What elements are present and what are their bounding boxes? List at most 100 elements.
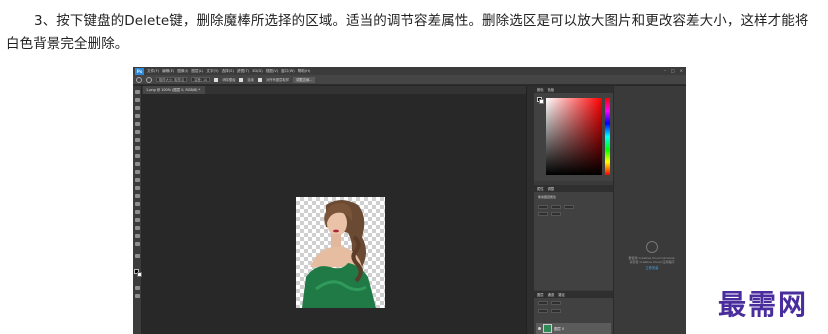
color-panel-background-swatch[interactable] [539, 99, 544, 104]
maximize-button[interactable]: □ [671, 68, 675, 73]
menu-type[interactable]: 文字(Y) [206, 69, 218, 74]
document-tab[interactable]: 1.png @ 100% (图层 0, RGB/8) * [143, 86, 205, 94]
menu-view[interactable]: 视图(V) [266, 69, 278, 74]
ps-logo: Ps [135, 67, 144, 75]
stamp-tool-icon[interactable] [135, 154, 140, 158]
sample-all-label: 对所有图层取样 [265, 78, 290, 82]
background-color-swatch[interactable] [137, 272, 142, 277]
dodge-tool-icon[interactable] [135, 194, 140, 198]
hand-tool-icon[interactable] [135, 234, 140, 238]
properties-title-row: 像素图层属性 [538, 195, 556, 199]
document-image[interactable] [296, 197, 385, 308]
gradient-tool-icon[interactable] [135, 178, 140, 182]
antialias-label: 消除锯齿 [222, 78, 236, 82]
ps-menubar: Ps 文件(F) 编辑(E) 图像(I) 图层(L) 文字(Y) 选择(S) 滤… [133, 67, 686, 75]
selection-mode-icon[interactable] [146, 76, 152, 83]
window-controls: – □ × [664, 68, 683, 73]
menu-layer[interactable]: 图层(L) [191, 69, 203, 74]
menu-help[interactable]: 帮助(H) [298, 69, 311, 74]
x-field[interactable] [538, 212, 548, 216]
tab-layers[interactable]: 图层 [537, 292, 544, 297]
hue-slider[interactable] [605, 98, 610, 175]
more-tools-icon[interactable] [135, 254, 140, 258]
lasso-tool-icon[interactable] [135, 106, 140, 110]
properties-title: 像素图层属性 [538, 195, 557, 199]
close-button[interactable]: × [680, 68, 683, 73]
tab-channels[interactable]: 通道 [548, 292, 555, 297]
tab-adjustments[interactable]: 调整 [548, 186, 555, 191]
brush-tool-icon[interactable] [135, 146, 140, 150]
panel-dock: 颜色 色板 属性 调整 像素图层属性 图层 通道 路径 图层 0 [534, 86, 613, 334]
tab-swatches[interactable]: 色板 [548, 87, 555, 92]
tab-paths[interactable]: 路径 [558, 292, 565, 297]
properties-size-row [538, 205, 574, 209]
refine-edge-button[interactable]: 调整边缘... [293, 76, 316, 83]
properties-position-row [538, 212, 561, 216]
layer-kind-select[interactable] [538, 301, 548, 305]
watermark-logo: 最需网 [718, 288, 809, 321]
tab-properties[interactable]: 属性 [537, 186, 544, 191]
photoshop-screenshot: Ps 文件(F) 编辑(E) 图像(I) 图层(L) 文字(Y) 选择(S) 滤… [133, 67, 686, 334]
contiguous-label: 连续 [247, 78, 254, 82]
pen-tool-icon[interactable] [135, 202, 140, 206]
move-tool-icon[interactable] [135, 90, 140, 94]
tools-panel [133, 86, 142, 334]
creative-cloud-icon [646, 241, 658, 253]
properties-panel: 属性 调整 像素图层属性 [534, 185, 613, 290]
article-paragraph: 3、按下键盘的Delete键，删除魔棒所选择的区域。适当的调节容差属性。删除选区… [6, 13, 809, 52]
options-bar: 取样大小: 取样点 容差: 10 消除锯齿 连续 对所有图层取样 调整边缘... [133, 75, 686, 85]
y-field[interactable] [551, 212, 561, 216]
color-picker-field[interactable] [546, 98, 602, 175]
menu-3d[interactable]: 3D(D) [252, 69, 263, 73]
layers-panel-tabs: 图层 通道 路径 [534, 291, 613, 298]
eye-icon[interactable] [538, 327, 541, 330]
menu-file[interactable]: 文件(F) [147, 69, 159, 74]
quick-mask-icon[interactable] [135, 286, 140, 290]
height-field[interactable] [564, 205, 574, 209]
tab-color[interactable]: 颜色 [537, 87, 544, 92]
width-field[interactable] [538, 205, 548, 209]
document-tabbar: 1.png @ 100% (图层 0, RGB/8) * [133, 86, 526, 94]
layer-filter-row [538, 301, 561, 305]
magic-wand-icon[interactable] [136, 76, 142, 83]
layer-name[interactable]: 图层 0 [554, 326, 564, 331]
path-select-tool-icon[interactable] [135, 218, 140, 222]
type-tool-icon[interactable] [135, 210, 140, 214]
magic-wand-tool-icon[interactable] [135, 114, 140, 118]
history-brush-tool-icon[interactable] [135, 162, 140, 166]
crop-tool-icon[interactable] [135, 122, 140, 126]
link-field[interactable] [551, 205, 561, 209]
layer-opacity-row [538, 309, 561, 313]
screen-mode-icon[interactable] [135, 294, 140, 298]
sample-size-select[interactable]: 取样大小: 取样点 [156, 77, 188, 82]
sample-all-checkbox[interactable] [257, 77, 262, 82]
color-panel: 颜色 色板 [534, 86, 613, 181]
blend-mode-select[interactable] [551, 301, 561, 305]
zoom-tool-icon[interactable] [135, 242, 140, 246]
menu-window[interactable]: 窗口(W) [281, 69, 295, 74]
menu-edit[interactable]: 编辑(E) [162, 69, 174, 74]
portrait-photo [302, 200, 376, 308]
layer-row[interactable]: 图层 0 [536, 323, 611, 334]
color-panel-tabs: 颜色 色板 [534, 86, 613, 93]
panel-dock-collapsed[interactable] [526, 86, 534, 334]
eyedropper-tool-icon[interactable] [135, 130, 140, 134]
blur-tool-icon[interactable] [135, 186, 140, 190]
install-now-link[interactable]: 立即安装 [622, 266, 682, 270]
menu-filter[interactable]: 滤镜(T) [237, 69, 249, 74]
layers-panel: 图层 通道 路径 图层 0 [534, 291, 613, 334]
minimize-button[interactable]: – [664, 68, 666, 73]
fill-field[interactable] [551, 309, 561, 313]
contiguous-checkbox[interactable] [239, 77, 244, 82]
menu-select[interactable]: 选择(S) [222, 69, 234, 74]
healing-tool-icon[interactable] [135, 138, 140, 142]
canvas-area[interactable] [143, 94, 526, 334]
cc-line-2: 请安装 Creative Cloud 应用程序 [629, 260, 675, 264]
shape-tool-icon[interactable] [135, 226, 140, 230]
tolerance-input[interactable]: 容差: 10 [191, 77, 211, 82]
eraser-tool-icon[interactable] [135, 170, 140, 174]
opacity-field[interactable] [538, 309, 548, 313]
antialias-checkbox[interactable] [214, 77, 219, 82]
marquee-tool-icon[interactable] [135, 98, 140, 102]
menu-image[interactable]: 图像(I) [177, 69, 188, 74]
